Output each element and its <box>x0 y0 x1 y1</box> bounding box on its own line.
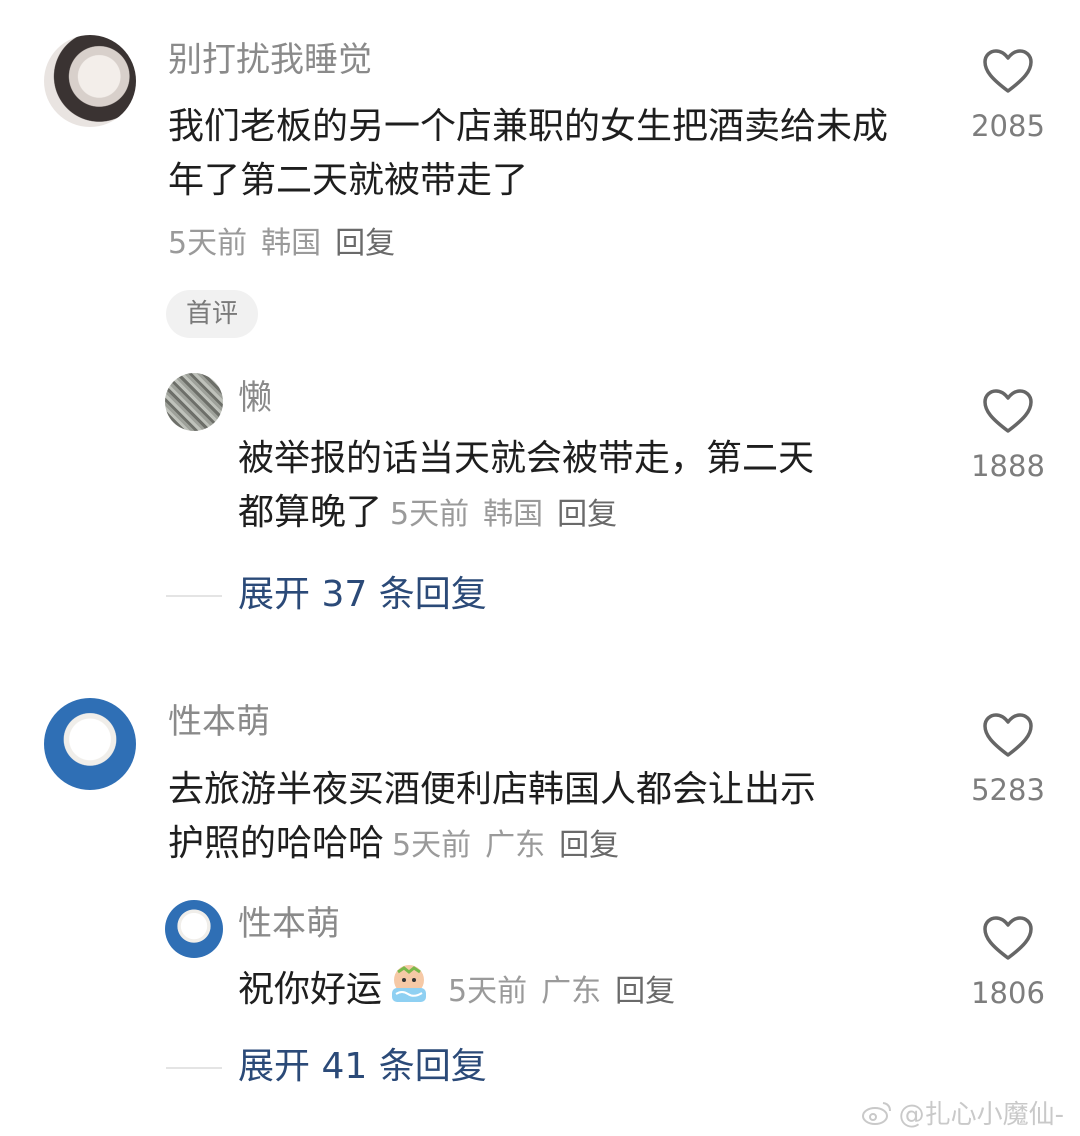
reply-button[interactable]: 回复 <box>557 497 617 532</box>
watermark: @扎心小魔仙- <box>861 1094 1064 1131</box>
like-button[interactable]: 1888 <box>968 388 1048 484</box>
reply-meta: 5天前 广东 回复 <box>448 974 675 1009</box>
reply-button[interactable]: 回复 <box>615 974 675 1009</box>
reply-text: 被举报的话当天就会被带走，第二天 都算晚了 5天前 韩国 回复 <box>238 432 918 542</box>
comment-username[interactable]: 性本萌 <box>168 702 270 742</box>
comment-text: 去旅游半夜买酒便利店韩国人都会让出示 护照的哈哈哈 5天前 广东 回复 <box>168 763 908 873</box>
reply-meta: 5天前 韩国 回复 <box>390 497 617 532</box>
reply-button[interactable]: 回复 <box>559 828 619 863</box>
reply-text-end: 都算晚了 <box>238 492 383 533</box>
first-comment-badge: 首评 <box>166 290 259 338</box>
weibo-logo-icon <box>861 1101 891 1125</box>
comment-time: 5天前 <box>168 226 248 261</box>
comment-meta: 5天前 广东 回复 <box>392 828 619 863</box>
reply-time: 5天前 <box>448 974 528 1009</box>
comment-location: 广东 <box>485 828 546 863</box>
like-count: 5283 <box>971 773 1045 807</box>
heart-icon <box>983 389 1033 433</box>
reply-text: 祝你好运 5天前 广东 回复 <box>238 960 938 1022</box>
avatar[interactable] <box>165 900 223 958</box>
expand-replies-button[interactable]: 展开 41 条回复 <box>238 1045 487 1089</box>
comment-username[interactable]: 别打扰我睡觉 <box>168 40 372 80</box>
reply-text-body: 祝你好运 <box>238 969 383 1010</box>
watermark-text: @扎心小魔仙- <box>898 1100 1064 1130</box>
reply-text-line: 都算晚了 5天前 韩国 回复 <box>238 486 918 542</box>
comment-text-line: 去旅游半夜买酒便利店韩国人都会让出示 <box>168 769 817 810</box>
heart-icon <box>983 49 1033 93</box>
like-count: 2085 <box>971 109 1045 143</box>
expand-divider <box>166 595 222 597</box>
reply-text-line: 被举报的话当天就会被带走，第二天 <box>238 438 815 479</box>
heart-icon <box>983 713 1033 757</box>
like-button[interactable]: 2085 <box>968 48 1048 144</box>
crying-emoji-icon <box>386 960 432 1022</box>
avatar[interactable] <box>44 698 136 790</box>
avatar[interactable] <box>165 373 223 431</box>
reply-username[interactable]: 性本萌 <box>238 904 340 944</box>
avatar[interactable] <box>44 35 136 127</box>
comment-meta: 5天前 韩国 回复 <box>168 224 395 264</box>
comment-location: 韩国 <box>261 226 322 261</box>
expand-divider <box>166 1067 222 1069</box>
comment-text-end: 护照的哈哈哈 <box>168 823 385 864</box>
comment-text-line: 护照的哈哈哈 5天前 广东 回复 <box>168 817 908 873</box>
like-button[interactable]: 5283 <box>968 712 1048 808</box>
reply-time: 5天前 <box>390 497 470 532</box>
like-count: 1888 <box>971 449 1045 483</box>
reply-button[interactable]: 回复 <box>335 226 395 261</box>
comment-text: 我们老板的另一个店兼职的女生把酒卖给未成年了第二天就被带走了 <box>168 106 889 201</box>
expand-replies-button[interactable]: 展开 37 条回复 <box>238 573 487 617</box>
like-button[interactable]: 1806 <box>968 915 1048 1011</box>
comment-time: 5天前 <box>392 828 472 863</box>
heart-icon <box>983 916 1033 960</box>
reply-location: 广东 <box>541 974 602 1009</box>
reply-location: 韩国 <box>483 497 544 532</box>
reply-username[interactable]: 懒 <box>238 378 272 418</box>
like-count: 1806 <box>971 976 1045 1010</box>
